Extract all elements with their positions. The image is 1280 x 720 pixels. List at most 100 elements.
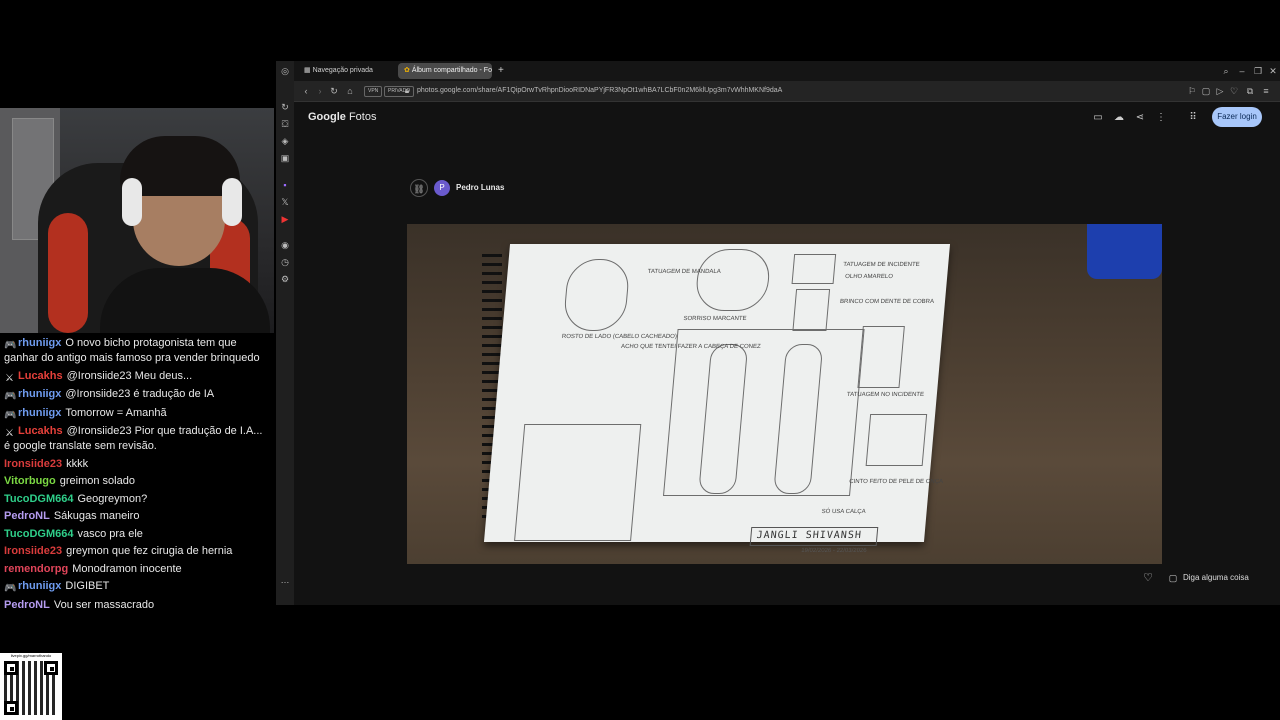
close-icon[interactable]: ✕ [1267,65,1279,77]
shared-photo[interactable]: ROSTO DE LADO (CABELO CACHEADO) ACHO QUE… [407,224,1162,564]
chat-text: Sákugas maneiro [53,510,140,522]
chat-username[interactable]: Vitorbugo [4,475,56,487]
chat-username[interactable]: Ironsiide23 [4,545,62,557]
sketch-note: TATUAGEM DE INCIDENTE [842,262,920,268]
user-badge-icon: ⚔ [5,372,14,384]
sketch-note: TATUAGEM NO INCIDENTE [846,392,925,398]
tab-shared-album[interactable]: ✿ Álbum compartilhado - Fo [398,63,492,79]
tab-bar: ▦ Navegação privada ✿ Álbum compartilhad… [294,61,1280,81]
headphone-right [222,178,242,226]
chat-message: 🎮 rhuniigx O novo bicho protagonista tem q… [0,336,274,369]
donation-qr-code: livepix.gg/marrothando [0,653,62,720]
x-icon[interactable]: 𝕏 [279,196,291,208]
play-icon[interactable]: ▷ [1214,85,1226,97]
bookmark-icon[interactable]: ⚐ [1186,85,1198,97]
eye-sketch [791,254,837,284]
new-tab-button[interactable]: + [492,63,510,79]
chat-text: @Ironsiide23 Meu deus... [66,369,193,382]
sketch-note: ACHO QUE TENTEI FAZER A CABEÇA DE CONEZ [620,344,761,350]
bag-icon[interactable]: ⛋ [279,118,291,130]
head-sketch [562,259,631,331]
ai-icon[interactable]: ◈ [279,135,291,147]
url-field[interactable]: photos.google.com/share/AF1QipOrwTvRhpnD… [417,85,782,97]
snapshot-icon[interactable]: ▢ [1200,85,1212,97]
login-button[interactable]: Fazer login [1212,107,1262,127]
apps-grid-icon[interactable]: ⠿ [1187,112,1199,124]
chat-message: PedroNL Sákugas maneiro [0,509,274,527]
history-icon[interactable]: ↻ [279,101,291,113]
reload-icon[interactable]: ↻ [328,85,340,97]
chat-username[interactable]: rhuniigx [18,407,61,419]
owner-name[interactable]: Pedro Lunas [456,181,504,195]
brand-google: Google [308,111,346,123]
chat-username[interactable]: TucoDGM664 [4,493,73,505]
chat-message: 🎮 rhuniigx Tomorrow = Amanhã [0,406,274,425]
clock-icon[interactable]: ◷ [279,256,291,268]
link-icon[interactable]: ⛓ [410,179,428,197]
restore-icon[interactable]: ❐ [1252,65,1264,77]
google-photos-logo[interactable]: Google Fotos [308,110,376,124]
chat-username[interactable]: rhuniigx [18,337,61,349]
lock-icon[interactable]: 🔒︎ [401,85,413,97]
sketch-note: ROSTO DE LADO (CABELO CACHEADO) [561,334,678,340]
sketch-signature: JANGLI SHIVANSH [756,530,863,541]
browser-logo-icon[interactable]: ◎ [279,65,291,77]
chat-username[interactable]: Ironsiide23 [4,458,62,470]
chat-message: remendorpg Monodramon inocente [0,562,274,580]
chat-text: greymon que fez cirugia de hernia [66,545,233,557]
chat-username[interactable]: Lucakhs [18,370,63,382]
chat-text: DIGIBET [65,580,110,592]
cloud-download-icon[interactable]: ☁ [1113,112,1125,124]
minimize-icon[interactable]: – [1236,65,1248,77]
comment-input[interactable]: Diga alguma coisa [1183,572,1249,584]
home-icon[interactable]: ⌂ [344,85,356,97]
full-body-sketch [662,329,865,496]
chat-text: Geogreymon? [77,492,148,505]
like-heart-icon[interactable]: ♡ [1142,572,1154,584]
more-icon[interactable]: … [279,574,291,586]
chat-username[interactable]: TucoDGM664 [4,528,73,540]
headphone-left [122,178,142,226]
tab-label: Álbum compartilhado - Fo [411,67,492,74]
chat-username[interactable]: rhuniigx [18,580,61,592]
more-vert-icon[interactable]: ⋮ [1155,112,1167,124]
avatar[interactable]: P [434,180,450,196]
share-icon[interactable]: ⋖ [1134,112,1146,124]
slideshow-icon[interactable]: ▭ [1092,112,1104,124]
sketch-note: OLHO AMARELO [844,274,894,280]
twitch-icon[interactable]: ▪ [279,179,291,191]
chat-username[interactable]: PedroNL [4,599,50,611]
extensions-icon[interactable]: ⧉ [1244,85,1256,97]
chat-username[interactable]: PedroNL [4,510,50,522]
user-badge-icon: 🎮 [4,409,17,421]
menu-icon[interactable]: ≡ [1260,85,1272,97]
chat-message: ⚔ Lucakhs @Ironsiide23 Meu deus... [0,369,274,388]
sketch-note: BRINCO COM DENTE DE COBRA [839,299,935,305]
chat-username[interactable]: remendorpg [4,563,68,575]
vpn-badge[interactable]: VPN [364,86,383,97]
comment-icon[interactable]: ▢ [1167,572,1179,584]
chat-username[interactable]: rhuniigx [18,388,61,400]
sketchbook-page: ROSTO DE LADO (CABELO CACHEADO) ACHO QUE… [483,244,951,554]
blue-object [1087,224,1162,279]
chat-message: TucoDGM664 Geogreymon? [0,492,274,510]
heart-icon[interactable]: ♡ [1228,85,1240,97]
chat-message: PedroNL Vou ser massacrado [0,598,274,616]
youtube-icon[interactable]: ▶ [279,213,291,225]
qr-finder-icon [44,661,58,675]
media-icon[interactable]: ▣ [279,152,291,164]
settings-icon[interactable]: ⚙ [279,273,291,285]
search-icon[interactable]: ⌕ [1220,65,1232,77]
tab-private-navigation[interactable]: ▦ Navegação privada [298,63,379,79]
player-icon[interactable]: ◉ [279,239,291,251]
chat-message: TucoDGM664 vasco pra ele [0,527,274,545]
chat-text: vasco pra ele [77,527,143,540]
chat-username[interactable]: Lucakhs [18,425,63,437]
chat-text: Vou ser massacrado [53,598,155,611]
back-icon[interactable]: ‹ [300,85,312,97]
chair-accent-left [48,213,88,333]
qr-finder-icon [4,701,18,715]
forward-icon[interactable]: › [314,85,326,97]
ear-sketch [792,289,831,331]
browser-sidebar: ◎ ↻ ⛋ ◈ ▣ ▪ 𝕏 ▶ ◉ ◷ ⚙ … [276,61,295,605]
